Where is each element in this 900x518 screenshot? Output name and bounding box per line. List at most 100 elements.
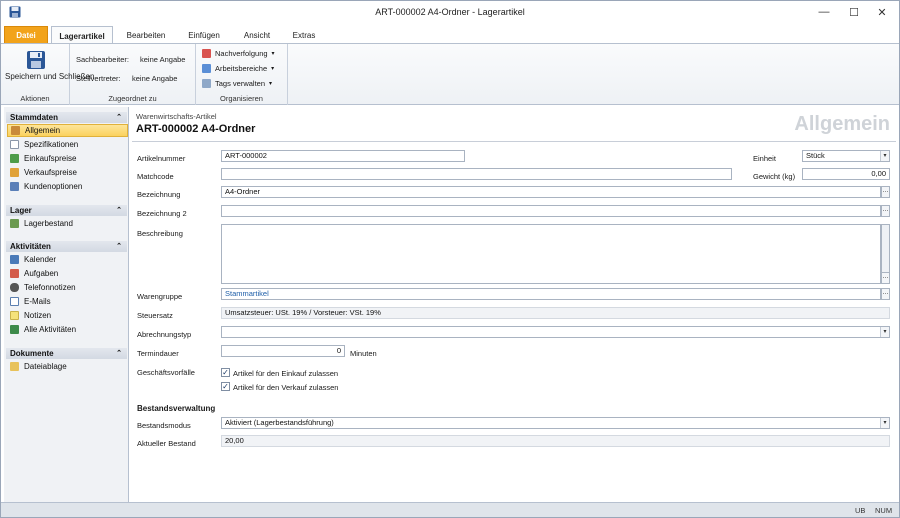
breadcrumb: Warenwirtschafts-Artikel bbox=[136, 112, 217, 121]
duration-unit: Minuten bbox=[350, 349, 377, 358]
matchcode-field[interactable] bbox=[221, 168, 732, 180]
nav-item-spezifikationen[interactable]: Spezifikationen bbox=[7, 138, 128, 151]
product-group-field[interactable]: Stammartikel bbox=[221, 288, 881, 300]
task-icon bbox=[10, 269, 19, 278]
status-num: NUM bbox=[875, 506, 893, 515]
unit-select[interactable]: Stück ▾ bbox=[802, 150, 890, 162]
sales-checkbox-label[interactable]: Artikel für den Verkauf zulassen bbox=[233, 383, 338, 392]
nav-item-label: E-Mails bbox=[24, 297, 51, 306]
stock-mode-value: Aktiviert (Lagerbestandsführung) bbox=[225, 418, 334, 427]
collapse-icon[interactable]: ⌃ bbox=[116, 348, 122, 359]
article-number-field[interactable]: ART-000002 bbox=[221, 150, 465, 162]
description-ellipsis-button[interactable]: ... bbox=[881, 272, 890, 284]
nav-item-dateiablage[interactable]: Dateiablage bbox=[7, 360, 128, 373]
designation-label: Bezeichnung bbox=[137, 190, 181, 199]
duration-field[interactable]: 0 bbox=[221, 345, 345, 357]
nav-header-stammdaten[interactable]: Stammdaten ⌃ bbox=[6, 112, 127, 123]
nav-item-label: Aufgaben bbox=[24, 269, 59, 278]
product-group-ellipsis-button[interactable]: ... bbox=[881, 288, 890, 300]
current-stock-field: 20,00 bbox=[221, 435, 890, 447]
unit-label: Einheit bbox=[753, 154, 776, 163]
purchase-checkbox-label[interactable]: Artikel für den Einkauf zulassen bbox=[233, 369, 338, 378]
nav-item-kalender[interactable]: Kalender bbox=[7, 253, 128, 266]
nav-item-kundenoptionen[interactable]: Kundenoptionen bbox=[7, 180, 128, 193]
nav-item-aufgaben[interactable]: Aufgaben bbox=[7, 267, 128, 280]
nav-item-notizen[interactable]: Notizen bbox=[7, 309, 128, 322]
nav-item-label: Lagerbestand bbox=[24, 219, 73, 228]
collapse-icon[interactable]: ⌃ bbox=[116, 205, 122, 216]
stock-mode-select[interactable]: Aktiviert (Lagerbestandsführung) ▾ bbox=[221, 417, 890, 429]
chevron-down-icon[interactable]: ▾ bbox=[880, 151, 889, 161]
clerk-value[interactable]: keine Angabe bbox=[140, 55, 185, 64]
all-activities-icon bbox=[10, 325, 19, 334]
stock-section-header: Bestandsverwaltung bbox=[137, 404, 216, 413]
designation2-field[interactable] bbox=[221, 205, 881, 217]
status-bar: UB NUM bbox=[1, 502, 899, 517]
save-close-button[interactable]: Speichern und Schließen bbox=[5, 48, 94, 92]
actions-group-label: Aktionen bbox=[20, 94, 50, 103]
left-navigation: Stammdaten ⌃ Allgemein Spezifikationen E… bbox=[4, 107, 129, 502]
purchase-checkbox[interactable]: ✓ bbox=[221, 368, 230, 377]
nav-item-verkaufspreise[interactable]: Verkaufspreise bbox=[7, 166, 128, 179]
nav-item-label: Allgemein bbox=[25, 126, 61, 135]
nav-header-aktivitaeten[interactable]: Aktivitäten ⌃ bbox=[6, 241, 127, 252]
nav-item-einkaufspreise[interactable]: Einkaufspreise bbox=[7, 152, 128, 165]
chevron-down-icon: ▾ bbox=[271, 51, 275, 57]
folder-icon bbox=[10, 362, 19, 371]
chevron-down-icon[interactable]: ▾ bbox=[880, 418, 889, 428]
nav-item-label: Spezifikationen bbox=[24, 140, 79, 149]
description-textarea[interactable] bbox=[221, 224, 881, 284]
chevron-down-icon: ▾ bbox=[269, 81, 273, 87]
close-button[interactable]: ✕ bbox=[867, 1, 897, 23]
nav-item-label: Dateiablage bbox=[24, 362, 67, 371]
designation2-ellipsis-button[interactable]: ... bbox=[881, 205, 890, 217]
chevron-down-icon: ▾ bbox=[271, 66, 275, 72]
nav-item-label: Verkaufspreise bbox=[24, 168, 77, 177]
minimize-button[interactable]: — bbox=[809, 1, 839, 23]
ribbon-group-actions: Speichern und Schließen Aktionen bbox=[1, 44, 94, 105]
section-watermark: Allgemein bbox=[794, 113, 890, 135]
tab-file[interactable]: Datei bbox=[4, 26, 48, 44]
maximize-button[interactable]: ☐ bbox=[839, 1, 869, 23]
nav-item-alle-aktivitaeten[interactable]: Alle Aktivitäten bbox=[7, 323, 128, 336]
nav-item-label: Einkaufspreise bbox=[24, 154, 77, 163]
nav-header-label: Stammdaten bbox=[10, 113, 59, 122]
transactions-label: Geschäftsvorfälle bbox=[137, 368, 195, 377]
tab-ansicht[interactable]: Ansicht bbox=[233, 26, 281, 44]
matchcode-label: Matchcode bbox=[137, 172, 174, 181]
tracking-button[interactable]: Nachverfolgung ▾ bbox=[202, 47, 275, 60]
nav-item-lagerbestand[interactable]: Lagerbestand bbox=[7, 217, 128, 230]
sales-price-icon bbox=[10, 168, 19, 177]
main-content: Warenwirtschafts-Artikel ART-000002 A4-O… bbox=[130, 107, 898, 502]
nav-item-emails[interactable]: E-Mails bbox=[7, 295, 128, 308]
deputy-label: Stellvertreter: bbox=[76, 74, 121, 83]
collapse-icon[interactable]: ⌃ bbox=[116, 241, 122, 252]
chevron-down-icon[interactable]: ▾ bbox=[880, 327, 889, 337]
tab-einfuegen[interactable]: Einfügen bbox=[178, 26, 230, 44]
document-icon bbox=[10, 140, 19, 149]
nav-item-allgemein[interactable]: Allgemein bbox=[7, 124, 128, 137]
sales-checkbox[interactable]: ✓ bbox=[221, 382, 230, 391]
nav-item-telefonnotizen[interactable]: Telefonnotizen bbox=[7, 281, 128, 294]
nav-item-label: Kalender bbox=[24, 255, 57, 264]
designation-ellipsis-button[interactable]: ... bbox=[881, 186, 890, 198]
tab-extras[interactable]: Extras bbox=[284, 26, 324, 44]
nav-item-label: Kundenoptionen bbox=[24, 182, 83, 191]
product-group-label: Warengruppe bbox=[137, 292, 183, 301]
work-areas-button[interactable]: Arbeitsbereiche ▾ bbox=[202, 62, 274, 75]
nav-item-label: Alle Aktivitäten bbox=[24, 325, 77, 334]
nav-header-dokumente[interactable]: Dokumente ⌃ bbox=[6, 348, 127, 359]
nav-item-label: Notizen bbox=[24, 311, 52, 320]
calendar-icon bbox=[10, 255, 19, 264]
tab-bearbeiten[interactable]: Bearbeiten bbox=[117, 26, 175, 44]
weight-field[interactable]: 0,00 bbox=[802, 168, 890, 180]
divider bbox=[132, 141, 896, 142]
tags-button[interactable]: Tags verwalten ▾ bbox=[202, 77, 272, 90]
deputy-value[interactable]: keine Angabe bbox=[132, 74, 177, 83]
nav-header-lager[interactable]: Lager ⌃ bbox=[6, 205, 127, 216]
designation-field[interactable]: A4-Ordner bbox=[221, 186, 881, 198]
unit-value: Stück bbox=[806, 151, 825, 160]
billing-type-label: Abrechnungstyp bbox=[137, 330, 192, 339]
collapse-icon[interactable]: ⌃ bbox=[116, 112, 122, 123]
billing-type-select[interactable]: ▾ bbox=[221, 326, 890, 338]
